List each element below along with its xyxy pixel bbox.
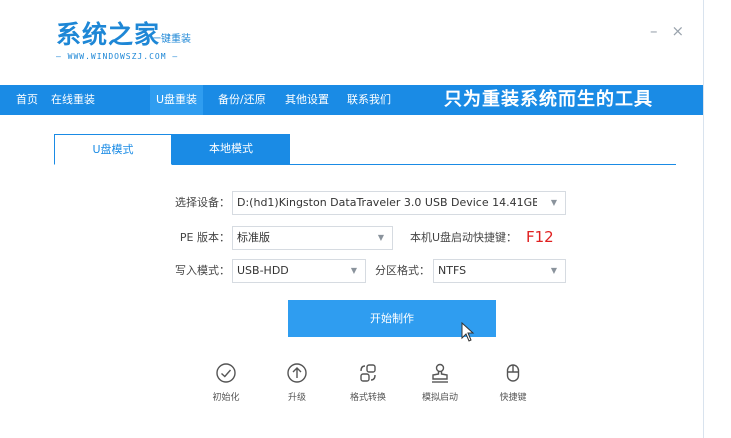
write-mode-value: USB-HDD bbox=[237, 264, 289, 277]
window-controls: – × bbox=[650, 24, 685, 39]
convert-icon bbox=[360, 364, 376, 382]
nav-item-online-reinstall[interactable]: 在线重装 bbox=[51, 85, 95, 115]
tool-upgrade[interactable]: 升级 bbox=[267, 362, 327, 403]
partition-label: 分区格式： bbox=[375, 264, 430, 277]
pe-version-label: PE 版本： bbox=[179, 231, 230, 244]
tool-initialize-label: 初始化 bbox=[212, 393, 240, 403]
chevron-down-icon: ▼ bbox=[550, 198, 557, 207]
tool-initialize[interactable]: 初始化 bbox=[196, 362, 256, 403]
hotkey-value: F12 bbox=[526, 228, 554, 246]
nav-item-contact[interactable]: 联系我们 bbox=[347, 85, 391, 115]
chevron-down-icon: ▼ bbox=[377, 233, 384, 242]
device-select-value: D:(hd1)Kingston DataTraveler 3.0 USB Dev… bbox=[237, 196, 537, 209]
hotkey-label: 本机U盘启动快捷键： bbox=[410, 231, 518, 244]
chevron-down-icon: ▼ bbox=[350, 266, 357, 275]
tool-hotkey-label: 快捷键 bbox=[499, 393, 527, 403]
tool-simulate-boot[interactable]: 模拟启动 bbox=[410, 362, 470, 403]
close-button[interactable]: × bbox=[672, 24, 685, 39]
partition-select[interactable]: NTFS ▼ bbox=[433, 259, 566, 283]
nav-item-backup-restore[interactable]: 备份/还原 bbox=[218, 85, 266, 115]
device-label: 选择设备： bbox=[175, 196, 230, 209]
partition-value: NTFS bbox=[438, 264, 467, 277]
nav-slogan: 只为重装系统而生的工具 bbox=[444, 89, 653, 110]
chevron-down-icon: ▼ bbox=[550, 266, 557, 275]
tool-format-convert-label: 格式转换 bbox=[349, 393, 386, 403]
logo-title: 系统之家 bbox=[56, 20, 161, 49]
tool-hotkey[interactable]: 快捷键 bbox=[483, 362, 543, 403]
check-circle-icon bbox=[216, 363, 236, 383]
mouse-pointer-icon bbox=[461, 322, 475, 342]
mouse-icon bbox=[506, 364, 520, 382]
tool-format-convert[interactable]: 格式转换 bbox=[338, 362, 398, 403]
app-window: 系统之家 一键重装 — WWW.WINDOWSZJ.COM — – × 首页 在… bbox=[0, 0, 704, 438]
pe-version-value: 标准版 bbox=[237, 231, 270, 244]
arrow-up-circle-icon bbox=[287, 363, 307, 383]
logo-url: — WWW.WINDOWSZJ.COM — bbox=[56, 52, 179, 61]
write-mode-select[interactable]: USB-HDD ▼ bbox=[232, 259, 366, 283]
nav-item-other-settings[interactable]: 其他设置 bbox=[285, 85, 329, 115]
minimize-button[interactable]: – bbox=[650, 24, 658, 39]
nav-item-home[interactable]: 首页 bbox=[16, 85, 38, 115]
tool-upgrade-label: 升级 bbox=[287, 393, 306, 403]
tab-usb-mode[interactable]: U盘模式 bbox=[54, 134, 172, 165]
stamp-icon bbox=[432, 363, 448, 383]
device-select[interactable]: D:(hd1)Kingston DataTraveler 3.0 USB Dev… bbox=[232, 191, 566, 215]
pe-version-select[interactable]: 标准版 ▼ bbox=[232, 226, 393, 250]
write-mode-label: 写入模式： bbox=[175, 264, 230, 277]
tool-simulate-boot-label: 模拟启动 bbox=[421, 393, 458, 403]
main-nav: 首页 在线重装 U盘重装 备份/还原 其他设置 联系我们 只为重装系统而生的工具 bbox=[0, 85, 703, 115]
logo-tagline: 一键重装 bbox=[151, 34, 191, 45]
nav-item-usb-reinstall[interactable]: U盘重装 bbox=[150, 85, 204, 115]
mode-tabs: U盘模式 本地模式 bbox=[54, 134, 676, 165]
tab-local-mode[interactable]: 本地模式 bbox=[172, 134, 290, 164]
